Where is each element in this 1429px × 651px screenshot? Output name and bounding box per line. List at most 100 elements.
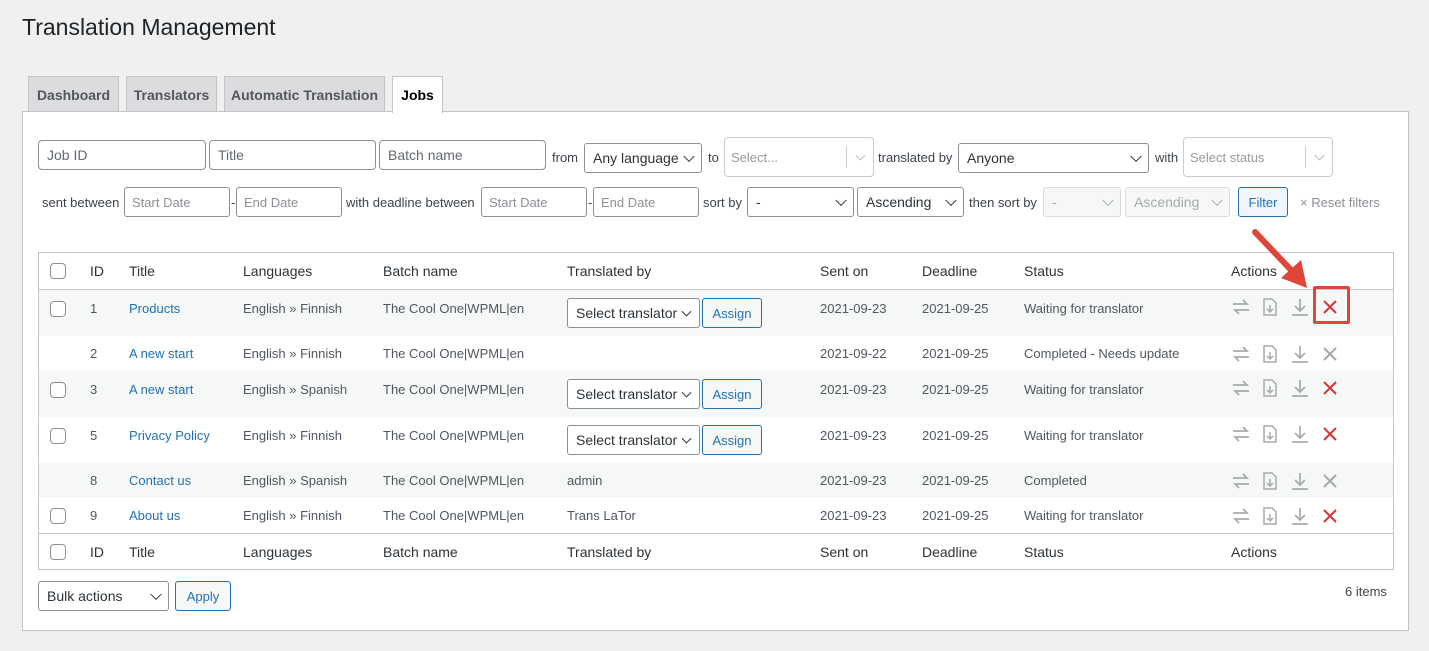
job-title-link[interactable]: A new start [129,346,193,361]
batch-name-input[interactable] [379,140,546,170]
download-icon[interactable] [1290,424,1310,444]
chevron-down-icon [683,150,695,163]
column-footer-id[interactable]: ID [90,534,104,569]
deadline-start-date-input[interactable] [481,187,587,217]
to-language-select[interactable]: Select... [724,137,874,177]
table-footer-row: ID Title Languages Batch name Translated… [39,533,1393,569]
select-separator [846,146,847,168]
select-all-checkbox[interactable] [50,263,66,279]
job-title-link[interactable]: A new start [129,382,193,397]
to-language-placeholder: Select... [731,149,778,165]
job-id: 1 [90,301,98,316]
column-header-deadline[interactable]: Deadline [922,253,977,289]
sent-end-date-input[interactable] [236,187,342,217]
translator-select[interactable]: Select translator [567,379,700,409]
sort-order-select[interactable]: Ascending [857,187,964,217]
chevron-down-icon [1314,150,1325,161]
job-id: 9 [90,508,98,523]
translate-arrows-icon[interactable] [1231,297,1251,317]
job-title-link[interactable]: About us [129,508,180,523]
assign-button[interactable]: Assign [702,425,762,455]
delete-icon[interactable] [1320,297,1340,317]
download-xliff-icon[interactable] [1260,424,1280,444]
row-checkbox[interactable] [50,428,66,444]
table-row: 3 A new start English » Spanish The Cool… [39,371,1393,417]
from-language-select[interactable]: Any language [584,143,702,173]
job-translated-by: admin [567,473,603,488]
sort-by-value: - [756,194,761,210]
assign-button[interactable]: Assign [702,298,762,328]
deadline-end-date-input[interactable] [593,187,699,217]
column-footer-title[interactable]: Title [129,534,155,569]
delete-icon[interactable] [1320,378,1340,398]
translate-arrows-icon[interactable] [1231,378,1251,398]
job-batch-name: The Cool One|WPML|en [383,473,525,488]
sent-between-label: sent between [42,195,120,210]
download-icon[interactable] [1290,297,1310,317]
reset-filters-link[interactable]: × Reset filters [1300,195,1380,210]
column-header-id[interactable]: ID [90,253,104,289]
column-header-sent-on[interactable]: Sent on [820,253,868,289]
apply-button[interactable]: Apply [175,581,231,611]
filter-button[interactable]: Filter [1238,187,1288,217]
download-xliff-icon[interactable] [1260,471,1280,491]
download-xliff-icon[interactable] [1260,344,1280,364]
download-xliff-icon[interactable] [1260,297,1280,317]
sent-start-date-input[interactable] [124,187,230,217]
row-checkbox[interactable] [50,382,66,398]
translate-arrows-icon[interactable] [1231,424,1251,444]
download-xliff-icon[interactable] [1260,506,1280,526]
bulk-actions-select[interactable]: Bulk actions [38,581,169,611]
tab-translators[interactable]: Translators [126,76,217,112]
download-icon[interactable] [1290,471,1310,491]
table-row: 9 About us English » Finnish The Cool On… [39,498,1393,533]
select-all-checkbox[interactable] [50,543,66,560]
job-id: 5 [90,428,98,443]
table-row: 8 Contact us English » Spanish The Cool … [39,463,1393,498]
tab-automatic-translation[interactable]: Automatic Translation [224,76,385,112]
status-placeholder: Select status [1190,149,1265,165]
job-title-link[interactable]: Privacy Policy [129,428,210,443]
delete-icon[interactable] [1320,506,1340,526]
column-footer-deadline[interactable]: Deadline [922,534,977,569]
translated-by-value: Anyone [967,150,1015,166]
translator-select-value: Select translator [576,386,678,402]
delete-icon[interactable] [1320,471,1340,491]
status-select[interactable]: Select status [1183,137,1333,177]
translated-by-label: translated by [878,150,953,165]
translate-arrows-icon[interactable] [1231,506,1251,526]
job-id-input[interactable] [38,140,206,170]
job-id: 3 [90,382,98,397]
column-footer-batch-name: Batch name [383,543,458,560]
then-sort-order-select[interactable]: Ascending [1125,187,1230,217]
job-sent-on: 2021-09-23 [820,428,887,443]
translator-select[interactable]: Select translator [567,298,700,328]
table-row: 2 A new start English » Finnish The Cool… [39,336,1393,371]
delete-icon[interactable] [1320,424,1340,444]
column-footer-sent-on[interactable]: Sent on [820,534,868,569]
delete-icon[interactable] [1320,344,1340,364]
job-sent-on: 2021-09-23 [820,301,887,316]
sent-date-dash: - [231,195,236,210]
column-footer-actions: Actions [1231,543,1277,560]
download-icon[interactable] [1290,378,1310,398]
then-sort-by-select[interactable]: - [1043,187,1121,217]
title-input[interactable] [209,140,376,170]
download-icon[interactable] [1290,506,1310,526]
translator-select[interactable]: Select translator [567,425,700,455]
translated-by-select[interactable]: Anyone [958,143,1149,173]
sort-by-select[interactable]: - [747,187,854,217]
download-icon[interactable] [1290,344,1310,364]
job-title-link[interactable]: Products [129,301,180,316]
tab-dashboard[interactable]: Dashboard [28,76,119,112]
job-languages: English » Finnish [243,301,342,316]
download-xliff-icon[interactable] [1260,378,1280,398]
translate-arrows-icon[interactable] [1231,471,1251,491]
assign-button[interactable]: Assign [702,379,762,409]
tab-jobs[interactable]: Jobs [392,76,443,113]
translate-arrows-icon[interactable] [1231,344,1251,364]
job-title-link[interactable]: Contact us [129,473,191,488]
column-header-title[interactable]: Title [129,253,155,289]
row-checkbox[interactable] [50,507,66,524]
row-checkbox[interactable] [50,301,66,317]
